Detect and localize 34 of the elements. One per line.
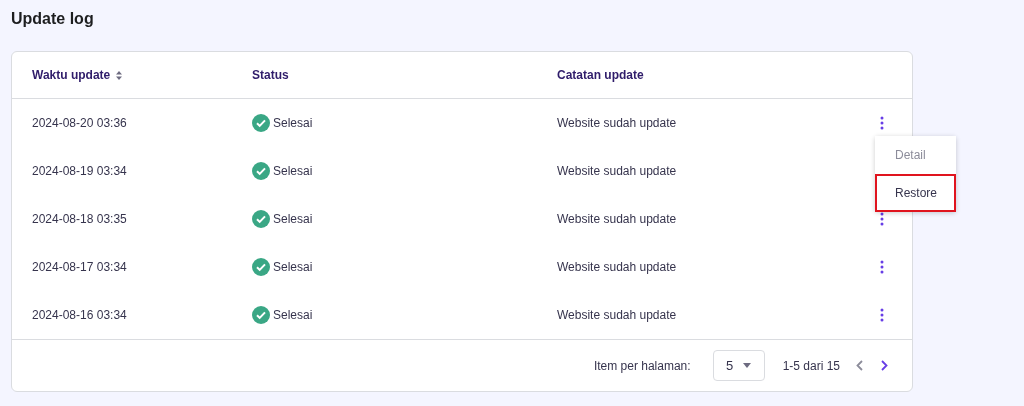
- column-header: Status: [252, 67, 289, 84]
- check-icon: [252, 114, 270, 132]
- more-icon[interactable]: [879, 116, 885, 130]
- menu-item[interactable]: Restore: [875, 174, 956, 212]
- table-cell: 2024-08-18 03:35: [32, 212, 127, 226]
- check-icon: [252, 210, 270, 228]
- table-cell: Website sudah update: [557, 308, 677, 322]
- more-icon[interactable]: [879, 308, 885, 322]
- status-text: Selesai: [273, 163, 313, 180]
- page-range: 1-5 dari 15: [782, 357, 840, 375]
- more-icon[interactable]: [879, 260, 885, 274]
- table-cell: Website sudah update: [557, 212, 677, 226]
- column-header: Catatan update: [557, 67, 644, 84]
- caret-icon[interactable]: [743, 363, 752, 368]
- check-icon: [252, 162, 270, 180]
- check-icon: [252, 306, 270, 324]
- status-text: Selesai: [273, 115, 313, 132]
- per-page-label: Item per halaman:: [593, 357, 691, 375]
- table-cell: 2024-08-16 03:34: [32, 308, 127, 322]
- page-title: Update log: [10, 9, 95, 29]
- status-text: Selesai: [273, 307, 313, 324]
- table-cell: 2024-08-20 03:36: [32, 116, 127, 130]
- per-page-select[interactable]: 5: [712, 350, 765, 381]
- status-text: Selesai: [273, 259, 313, 276]
- table-cell: Website sudah update: [557, 116, 677, 130]
- table-cell: 2024-08-19 03:34: [32, 164, 127, 178]
- table-cell: 2024-08-17 03:34: [32, 260, 127, 274]
- table-cell: Website sudah update: [557, 260, 677, 274]
- table-cell: Website sudah update: [557, 164, 677, 178]
- column-header[interactable]: Waktu update: [32, 66, 111, 84]
- status-text: Selesai: [273, 211, 313, 228]
- check-icon: [252, 258, 270, 276]
- sort-icon[interactable]: [116, 70, 123, 80]
- more-icon[interactable]: [879, 212, 885, 226]
